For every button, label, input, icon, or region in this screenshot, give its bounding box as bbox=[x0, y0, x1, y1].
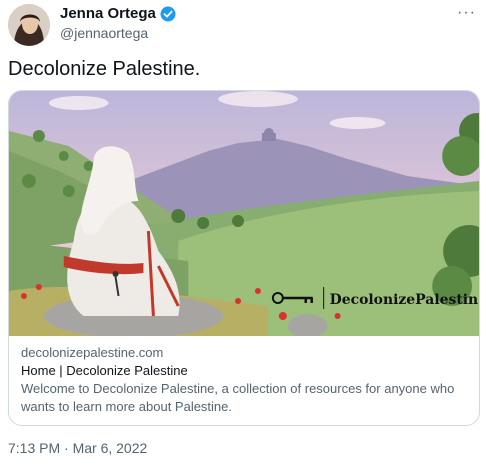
card-title: Home | Decolonize Palestine bbox=[21, 363, 188, 378]
author-name[interactable]: Jenna Ortega bbox=[60, 5, 156, 22]
link-card[interactable]: DecolonizePalestin decolonizepalestine.c… bbox=[8, 90, 480, 426]
card-domain: decolonizepalestine.com bbox=[21, 345, 164, 360]
card-image-overlay-text: DecolonizePalestin bbox=[330, 292, 479, 308]
tweet-text: Decolonize Palestine. bbox=[8, 58, 201, 80]
author-handle[interactable]: @jennaortega bbox=[60, 25, 148, 41]
avatar[interactable] bbox=[8, 4, 50, 46]
card-meta: decolonizepalestine.com Home | Decoloniz… bbox=[9, 336, 479, 416]
author-name-row: Jenna Ortega bbox=[60, 5, 176, 22]
card-description: Welcome to Decolonize Palestine, a colle… bbox=[21, 381, 455, 414]
tweet-timestamp[interactable]: 7:13 PM · Mar 6, 2022 bbox=[8, 440, 147, 456]
card-image: DecolonizePalestin bbox=[9, 91, 479, 336]
verified-badge-icon bbox=[160, 6, 176, 22]
more-options-icon[interactable]: ··· bbox=[457, 4, 476, 22]
